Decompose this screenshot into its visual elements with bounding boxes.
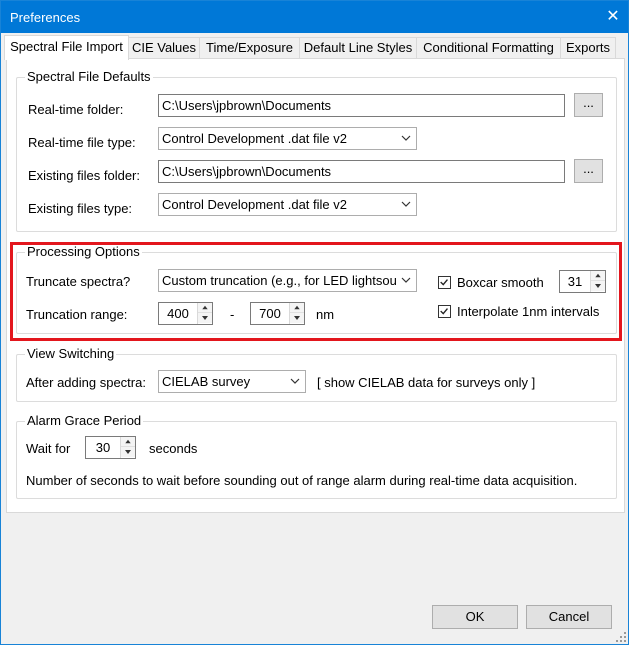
boxcar-value: 31	[567, 274, 583, 289]
tab-strip: Spectral File Import CIE Values Time/Exp…	[1, 35, 628, 60]
range-max-value: 700	[259, 306, 281, 321]
resize-grip-icon[interactable]	[615, 631, 627, 643]
close-icon[interactable]: ✕	[598, 1, 628, 33]
alarm-description: Number of seconds to wait before soundin…	[26, 473, 578, 488]
spin-down-icon[interactable]	[591, 281, 605, 291]
range-max-stepper[interactable]: 700	[250, 302, 305, 325]
truncate-select[interactable]: Custom truncation (e.g., for LED lightso…	[158, 269, 417, 292]
processing-options-group: Processing Options Truncate spectra? Cus…	[16, 244, 617, 334]
group-title: Processing Options	[25, 244, 142, 260]
view-switching-group: View Switching After adding spectra: CIE…	[16, 346, 617, 402]
range-separator: -	[230, 307, 235, 322]
tab-default-line-styles[interactable]: Default Line Styles	[299, 37, 417, 59]
spin-up-icon[interactable]	[290, 303, 304, 313]
chevron-down-icon	[401, 277, 411, 283]
preferences-window: Preferences ✕ Spectral File Import CIE V…	[0, 0, 629, 645]
seconds-label: seconds	[149, 441, 198, 456]
range-min-stepper[interactable]: 400	[158, 302, 213, 325]
boxcar-label: Boxcar smooth	[457, 275, 544, 290]
tab-conditional-formatting[interactable]: Conditional Formatting	[416, 37, 561, 59]
wait-stepper[interactable]: 30	[85, 436, 136, 459]
existing-folder-field[interactable]: C:\Users\jpbrown\Documents	[158, 160, 565, 183]
existing-type-select[interactable]: Control Development .dat file v2	[158, 193, 417, 216]
wait-value: 30	[95, 440, 111, 455]
spectral-file-defaults-group: Spectral File Defaults Real-time folder:…	[16, 69, 617, 232]
realtime-folder-label: Real-time folder:	[28, 102, 124, 117]
stepper-buttons	[590, 271, 605, 292]
tab-spectral-file-import[interactable]: Spectral File Import	[4, 35, 129, 60]
wait-for-label: Wait for	[26, 441, 71, 456]
tab-time-exposure[interactable]: Time/Exposure	[199, 37, 300, 59]
interpolate-checkbox[interactable]	[438, 305, 451, 318]
ok-button[interactable]: OK	[432, 605, 518, 629]
truncate-label: Truncate spectra?	[26, 274, 131, 289]
chevron-down-icon	[290, 378, 300, 384]
spin-up-icon[interactable]	[121, 437, 135, 447]
spin-down-icon[interactable]	[121, 447, 135, 457]
range-min-value: 400	[167, 306, 189, 321]
after-adding-value: CIELAB survey	[162, 374, 251, 389]
chevron-down-icon	[401, 201, 411, 207]
interpolate-label: Interpolate 1nm intervals	[457, 304, 600, 319]
realtime-type-select[interactable]: Control Development .dat file v2	[158, 127, 417, 150]
chevron-down-icon	[401, 135, 411, 141]
checkmark-icon	[440, 279, 448, 286]
realtime-folder-browse-button[interactable]: ...	[574, 93, 603, 117]
range-label: Truncation range:	[26, 307, 128, 322]
stepper-buttons	[120, 437, 135, 458]
cancel-button[interactable]: Cancel	[526, 605, 612, 629]
boxcar-stepper[interactable]: 31	[559, 270, 606, 293]
spin-down-icon[interactable]	[198, 313, 212, 323]
existing-type-label: Existing files type:	[28, 201, 133, 216]
checkmark-icon	[440, 308, 448, 315]
group-title: Spectral File Defaults	[25, 69, 153, 85]
realtime-type-label: Real-time file type:	[28, 135, 136, 150]
group-title: Alarm Grace Period	[25, 413, 144, 429]
spin-up-icon[interactable]	[591, 271, 605, 281]
stepper-buttons	[197, 303, 212, 324]
realtime-type-value: Control Development .dat file v2	[162, 131, 347, 146]
tab-exports[interactable]: Exports	[560, 37, 616, 59]
truncate-value: Custom truncation (e.g., for LED lightso…	[162, 273, 397, 288]
spin-down-icon[interactable]	[290, 313, 304, 323]
existing-type-value: Control Development .dat file v2	[162, 197, 347, 212]
realtime-folder-field[interactable]: C:\Users\jpbrown\Documents	[158, 94, 565, 117]
title-bar: Preferences ✕	[1, 1, 628, 33]
after-adding-select[interactable]: CIELAB survey	[158, 370, 306, 393]
existing-folder-label: Existing files folder:	[28, 168, 140, 183]
after-adding-label: After adding spectra:	[26, 375, 146, 390]
alarm-grace-group: Alarm Grace Period Wait for 30 seconds N…	[16, 413, 617, 499]
view-note: [ show CIELAB data for surveys only ]	[317, 375, 536, 390]
tab-page: Spectral File Defaults Real-time folder:…	[6, 58, 625, 513]
range-unit: nm	[316, 307, 335, 322]
tab-cie-values[interactable]: CIE Values	[128, 37, 200, 59]
boxcar-checkbox[interactable]	[438, 276, 451, 289]
stepper-buttons	[289, 303, 304, 324]
window-title: Preferences	[10, 10, 81, 25]
spin-up-icon[interactable]	[198, 303, 212, 313]
group-title: View Switching	[25, 346, 117, 362]
existing-folder-browse-button[interactable]: ...	[574, 159, 603, 183]
